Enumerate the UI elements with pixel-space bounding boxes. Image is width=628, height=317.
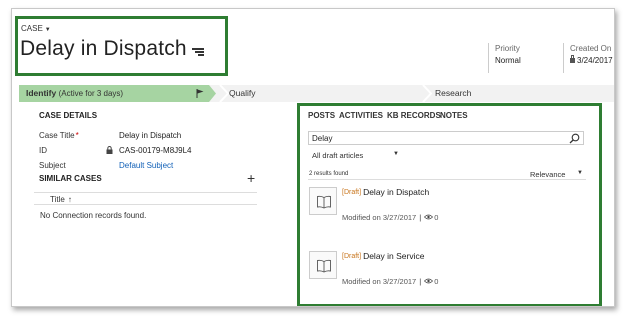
article-filter-select[interactable]: All draft articles: [312, 151, 363, 160]
entity-label: CASE: [21, 24, 43, 33]
kb-article-item[interactable]: [Draft] Delay in Dispatch Modified on 3/2…: [309, 187, 589, 227]
header-created-on: Created On 3/24/2017: [563, 43, 613, 73]
kb-article-title[interactable]: [Draft] Delay in Service: [342, 251, 424, 261]
kb-article-title[interactable]: [Draft] Delay in Dispatch: [342, 187, 429, 197]
article-thumbnail: [309, 187, 337, 215]
stage-research[interactable]: Research: [435, 85, 471, 102]
lock-icon: [570, 55, 575, 63]
modified-date: Modified on 3/27/2017: [342, 213, 417, 222]
flag-icon[interactable]: [196, 89, 204, 98]
stage-identify[interactable]: Identify (Active for 3 days): [19, 85, 216, 102]
kb-search-value: Delay: [312, 134, 333, 143]
case-title-value[interactable]: Delay in Dispatch: [119, 131, 181, 140]
priority-value[interactable]: Normal: [495, 55, 521, 67]
lock-icon: [106, 146, 113, 154]
id-label: ID: [39, 146, 47, 155]
article-thumbnail: [309, 251, 337, 279]
modified-date: Modified on 3/27/2017: [342, 277, 417, 286]
header-priority: Priority Normal: [488, 43, 521, 73]
stage-separator-icon: [219, 85, 229, 102]
sort-ascending-icon: ↑: [67, 195, 72, 204]
record-header: CASE ▼ Delay in Dispatch Priority Normal …: [12, 9, 614, 81]
stage-separator-icon: [422, 85, 432, 102]
view-count: 0: [434, 277, 439, 286]
tab-kb-records[interactable]: KB RECORDS: [387, 111, 441, 120]
page-title: Delay in Dispatch: [20, 37, 204, 61]
title-column-header[interactable]: Title ↑: [50, 195, 72, 204]
tab-posts[interactable]: POSTS: [308, 111, 335, 120]
draft-badge: [Draft]: [342, 189, 362, 196]
entity-selector[interactable]: CASE ▼: [21, 24, 51, 33]
crm-window: CASE ▼ Delay in Dispatch Priority Normal …: [11, 8, 615, 307]
record-title-text: Delay in Dispatch: [20, 37, 187, 60]
case-title-label-text: Case Title: [39, 131, 75, 140]
kb-article-title-text: Delay in Dispatch: [363, 187, 430, 197]
empty-grid-message: No Connection records found.: [40, 211, 147, 220]
subject-label: Subject: [39, 161, 66, 170]
similar-cases-heading: SIMILAR CASES: [39, 174, 102, 183]
kb-article-item[interactable]: [Draft] Delay in Service Modified on 3/27…: [309, 251, 589, 291]
chevron-down-icon[interactable]: ▼: [577, 170, 583, 176]
kb-article-meta: Modified on 3/27/2017 | 0: [342, 277, 438, 286]
chevron-down-icon[interactable]: ▼: [393, 151, 399, 157]
title-column-label: Title: [50, 195, 65, 204]
form-menu-icon[interactable]: [191, 48, 204, 56]
book-icon: [317, 195, 331, 209]
priority-label: Priority: [495, 44, 520, 53]
divider: [308, 179, 586, 180]
similar-cases-grid-header: Title ↑: [34, 192, 257, 205]
chevron-down-icon: ▼: [44, 27, 51, 33]
kb-article-title-text: Delay in Service: [363, 251, 425, 261]
subject-link[interactable]: Default Subject: [119, 161, 173, 170]
required-indicator: *: [75, 131, 79, 140]
created-on-value: 3/24/2017: [577, 56, 613, 65]
draft-badge: [Draft]: [342, 253, 362, 260]
meta-separator: |: [419, 213, 422, 222]
meta-separator: |: [419, 277, 422, 286]
eye-icon: [424, 278, 434, 284]
stage-qualify[interactable]: Qualify: [229, 85, 255, 102]
kb-search-input[interactable]: Delay: [308, 131, 584, 145]
id-value: CAS-00179-M8J9L4: [119, 146, 192, 155]
created-on-label: Created On: [570, 44, 612, 53]
tab-notes[interactable]: NOTES: [440, 111, 468, 120]
add-icon[interactable]: +: [247, 171, 255, 185]
results-count: 2 results found: [309, 171, 349, 177]
search-icon[interactable]: [569, 133, 580, 144]
view-count: 0: [434, 213, 439, 222]
eye-icon: [424, 214, 434, 220]
stage-identify-label: Identify: [26, 88, 57, 98]
book-icon: [317, 259, 331, 273]
case-title-label: Case Title*: [39, 131, 79, 140]
case-details-heading: CASE DETAILS: [39, 111, 98, 120]
business-process-bar: Identify (Active for 3 days) Qualify Res…: [19, 85, 614, 102]
sort-select[interactable]: Relevance: [530, 170, 565, 179]
stage-identify-status: (Active for 3 days): [58, 89, 124, 98]
created-on-value-row: 3/24/2017: [570, 55, 613, 67]
tab-activities[interactable]: ACTIVITIES: [339, 111, 383, 120]
kb-article-meta: Modified on 3/27/2017 | 0: [342, 213, 438, 222]
